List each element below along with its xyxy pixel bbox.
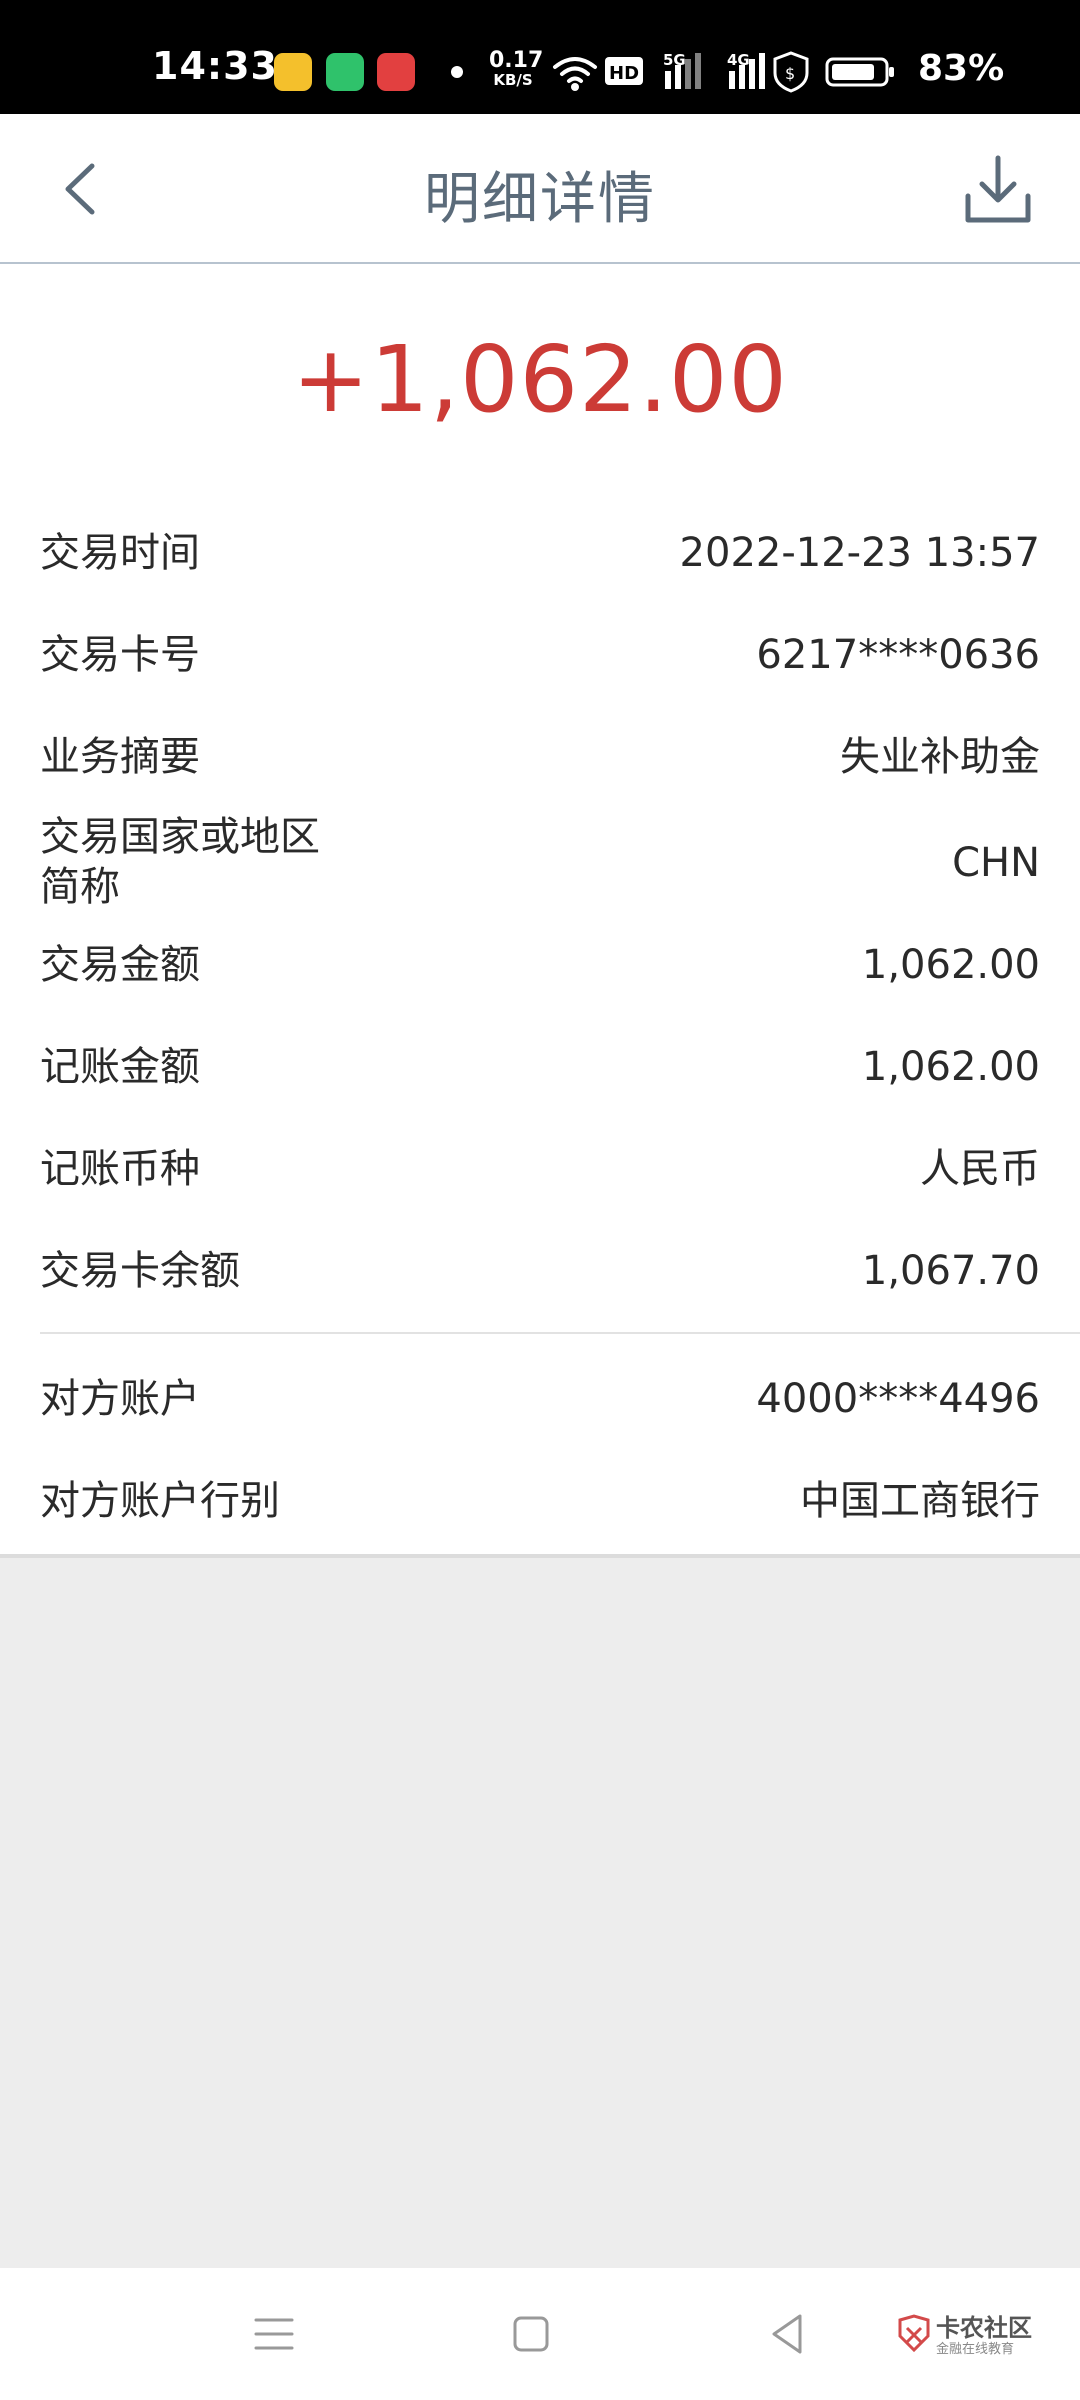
signal-5g-icon: 5G (663, 51, 701, 89)
svg-text:4G: 4G (727, 51, 750, 69)
home-icon[interactable] (503, 2306, 559, 2362)
watermark-logo-icon (898, 2314, 930, 2353)
detail-label: 交易时间 (40, 530, 200, 576)
notification-dot-icon (451, 66, 463, 78)
signal-4g-icon: 4G (727, 51, 765, 89)
detail-value: CHN (952, 840, 1040, 886)
detail-value: 4000****4496 (756, 1376, 1040, 1422)
detail-value: 失业补助金 (840, 734, 1040, 780)
detail-label: 交易卡余额 (40, 1248, 240, 1294)
watermark: 卡农社区 金融在线教育 (896, 2308, 1056, 2364)
detail-row-summary: 业务摘要 失业补助金 (40, 732, 1040, 782)
detail-value: 1,062.00 (861, 942, 1040, 988)
detail-value: 中国工商银行 (800, 1478, 1040, 1524)
transaction-amount: +1,062.00 (292, 326, 788, 433)
detail-row-counterparty-account: 对方账户 4000****4496 (40, 1374, 1040, 1424)
detail-label: 交易金额 (40, 942, 200, 988)
detail-label: 业务摘要 (40, 734, 200, 780)
detail-value: 6217****0636 (756, 632, 1040, 678)
battery-icon (825, 57, 894, 87)
detail-row-counterparty-bank: 对方账户行别 中国工商银行 (40, 1476, 1040, 1526)
nav-back-icon[interactable] (760, 2306, 816, 2362)
transaction-detail: +1,062.00 交易时间 2022-12-23 13:57 交易卡号 621… (0, 264, 1080, 1558)
status-bar: 14:33 0.17 KB/S HD 5G 4G $ 83% (0, 0, 1080, 114)
svg-text:$: $ (785, 64, 795, 83)
detail-label: 对方账户 (40, 1376, 200, 1422)
shopping-app-icon (377, 53, 415, 91)
detail-row-balance: 交易卡余额 1,067.70 (40, 1246, 1040, 1296)
detail-row-currency: 记账币种 人民币 (40, 1144, 1040, 1194)
network-speed-value: 0.17 (489, 48, 544, 73)
detail-label: 对方账户行别 (40, 1478, 280, 1524)
watermark-subtext: 金融在线教育 (936, 2342, 1015, 2357)
detail-row-posted-amount: 记账金额 1,062.00 (40, 1042, 1040, 1092)
wifi-icon (553, 57, 597, 83)
detail-row-country: 交易国家或地区 简称 CHN (40, 812, 1040, 912)
download-icon[interactable] (960, 152, 1036, 228)
status-icons: HD 5G 4G $ (553, 51, 894, 93)
detail-row-time: 交易时间 2022-12-23 13:57 (40, 528, 1040, 578)
detail-row-card-number: 交易卡号 6217****0636 (40, 630, 1040, 680)
page-title: 明细详情 (424, 167, 656, 232)
svg-text:5G: 5G (663, 51, 686, 69)
battery-percent: 83% (918, 48, 1005, 89)
menu-icon[interactable] (246, 2306, 302, 2362)
detail-row-transaction-amount: 交易金额 1,062.00 (40, 940, 1040, 990)
status-time: 14:33 (152, 44, 278, 88)
detail-label: 交易卡号 (40, 632, 200, 678)
detail-value: 1,062.00 (861, 1044, 1040, 1090)
section-divider (40, 1332, 1080, 1334)
message-app-icon (326, 53, 364, 91)
detail-label: 记账币种 (40, 1146, 200, 1192)
svg-text:HD: HD (609, 63, 639, 84)
network-speed: 0.17 KB/S (489, 48, 544, 89)
hd-icon: HD (605, 57, 643, 85)
detail-value: 2022-12-23 13:57 (679, 530, 1040, 576)
network-speed-unit: KB/S (493, 71, 533, 89)
detail-value: 人民币 (920, 1146, 1040, 1192)
system-nav-bar: 卡农社区 金融在线教育 (0, 2268, 1080, 2400)
app-header: 明细详情 (0, 114, 1080, 264)
shield-icon: $ (773, 51, 809, 93)
detail-label: 交易国家或地区 简称 (40, 814, 320, 910)
detail-value: 1,067.70 (861, 1248, 1040, 1294)
detail-label: 记账金额 (40, 1044, 200, 1090)
notification-app-icon (274, 53, 312, 91)
